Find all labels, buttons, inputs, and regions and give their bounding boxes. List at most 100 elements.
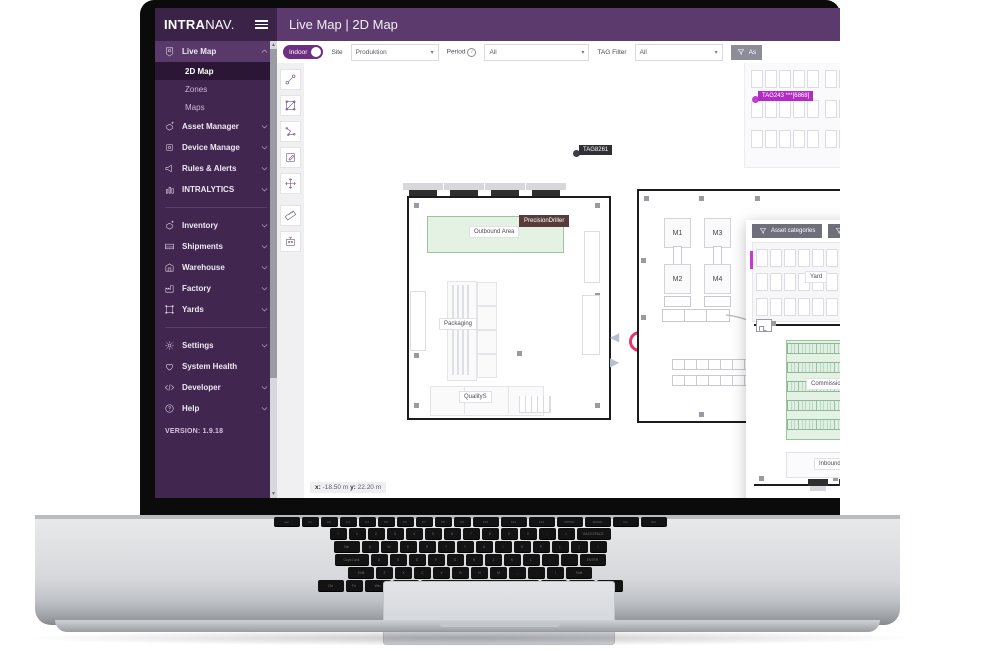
- tag-marker[interactable]: TAG243 ***[6868]: [751, 91, 814, 104]
- key-del[interactable]: Del: [640, 517, 667, 526]
- sidebar-item-developer[interactable]: Developer: [155, 377, 277, 398]
- indoor-outdoor-toggle[interactable]: Indoor: [283, 45, 324, 59]
- key-k[interactable]: K: [503, 554, 521, 565]
- key-s[interactable]: S: [389, 554, 407, 565]
- tag-marker[interactable]: TAG8261: [572, 145, 613, 158]
- key-h[interactable]: H: [465, 554, 483, 565]
- key-tab[interactable]: Tab: [333, 541, 360, 552]
- key-d[interactable]: D: [408, 554, 426, 565]
- key-9[interactable]: 9: [500, 528, 518, 539]
- key-ins[interactable]: Ins: [612, 517, 639, 526]
- key-t[interactable]: T: [437, 541, 455, 552]
- key-shift[interactable]: Shift: [566, 567, 592, 578]
- sidebar-item-rules-alerts[interactable]: Rules & Alerts: [155, 158, 277, 179]
- key-3[interactable]: 3: [386, 528, 404, 539]
- key-6[interactable]: 6: [443, 528, 461, 539]
- key-7[interactable]: 7: [462, 528, 480, 539]
- ruler-tool[interactable]: [280, 205, 301, 226]
- machine-m2[interactable]: M2: [664, 264, 691, 294]
- key-e[interactable]: E: [399, 541, 417, 552]
- period-select[interactable]: All ▾: [484, 43, 590, 61]
- key-o[interactable]: O: [513, 541, 531, 552]
- key-0[interactable]: 0: [519, 528, 537, 539]
- zone-categories-button[interactable]: Zone categories: [828, 224, 840, 238]
- key-z[interactable]: Z: [376, 567, 393, 578]
- sidebar-item-maps[interactable]: Maps: [155, 98, 277, 116]
- key-esc[interactable]: esc: [273, 517, 300, 526]
- key-scrlk[interactable]: SCRLK: [584, 517, 611, 526]
- sidebar-item-factory[interactable]: Factory: [155, 278, 277, 299]
- key--[interactable]: ]: [570, 541, 588, 552]
- site-select[interactable]: Produktion ▾: [350, 43, 439, 61]
- key--[interactable]: ~: [329, 528, 347, 539]
- key-f1[interactable]: F1: [301, 517, 319, 526]
- key--[interactable]: \: [589, 541, 607, 552]
- sidebar-item-device-manager[interactable]: Device Manage: [155, 137, 277, 158]
- measure-line-tool[interactable]: [280, 69, 301, 90]
- key-5[interactable]: 5: [424, 528, 442, 539]
- machine-m1[interactable]: M1: [664, 218, 691, 248]
- polyline-tool[interactable]: [280, 121, 301, 142]
- key-1[interactable]: 1: [348, 528, 366, 539]
- edit-draw-tool[interactable]: [280, 147, 301, 168]
- key-backspace[interactable]: BACKSPACE: [576, 528, 611, 539]
- key-4[interactable]: 4: [405, 528, 423, 539]
- key--[interactable]: -: [538, 528, 556, 539]
- sidebar-item-inventory[interactable]: Inventory: [155, 215, 277, 236]
- key-f4[interactable]: F4: [358, 517, 376, 526]
- sidebar-scrollbar-thumb[interactable]: [270, 48, 277, 378]
- key-fn[interactable]: Fn: [345, 580, 363, 591]
- key--[interactable]: ,: [509, 567, 526, 578]
- key-f2[interactable]: F2: [320, 517, 338, 526]
- key-q[interactable]: Q: [361, 541, 379, 552]
- sidebar-item-asset-manager[interactable]: Asset Manager: [155, 116, 277, 137]
- key-l[interactable]: L: [522, 554, 540, 565]
- asset-filter-button[interactable]: As: [730, 44, 763, 60]
- sidebar-item-warehouse[interactable]: Warehouse: [155, 257, 277, 278]
- key-i[interactable]: I: [494, 541, 512, 552]
- key-r[interactable]: R: [418, 541, 436, 552]
- key-p[interactable]: P: [532, 541, 550, 552]
- key-f10[interactable]: F10: [472, 517, 499, 526]
- key--[interactable]: .: [528, 567, 545, 578]
- move-pan-tool[interactable]: [280, 173, 301, 194]
- machine-m3[interactable]: M3: [704, 218, 731, 248]
- key-a[interactable]: A: [370, 554, 388, 565]
- asset-label-precision-driller[interactable]: PrecisionDriller: [519, 215, 570, 227]
- key-f12[interactable]: F12: [528, 517, 555, 526]
- key-j[interactable]: J: [484, 554, 502, 565]
- sidebar-item-shipments[interactable]: Shipments: [155, 236, 277, 257]
- key-shift[interactable]: Shift: [348, 567, 374, 578]
- key--[interactable]: =: [557, 528, 575, 539]
- info-icon[interactable]: i: [467, 47, 477, 57]
- key-y[interactable]: Y: [456, 541, 474, 552]
- sidebar-item-help[interactable]: Help: [155, 398, 277, 419]
- robot-tool[interactable]: [280, 231, 301, 252]
- key-f7[interactable]: F7: [415, 517, 433, 526]
- key--[interactable]: [: [551, 541, 569, 552]
- sidebar-item-2d-map[interactable]: 2D Map: [155, 62, 277, 80]
- sidebar-item-zones[interactable]: Zones: [155, 80, 277, 98]
- tag-filter-select[interactable]: All ▾: [634, 43, 723, 61]
- key-f11[interactable]: F11: [500, 517, 527, 526]
- key-n[interactable]: N: [471, 567, 488, 578]
- sidebar-item-system-health[interactable]: System Health: [155, 356, 277, 377]
- key--[interactable]: /: [547, 567, 564, 578]
- sidebar-item-intralytics[interactable]: INTRALYTICS: [155, 179, 277, 200]
- key-f9[interactable]: F9: [453, 517, 471, 526]
- key-f5[interactable]: F5: [377, 517, 395, 526]
- key-8[interactable]: 8: [481, 528, 499, 539]
- key-u[interactable]: U: [475, 541, 493, 552]
- scroll-up-arrow-icon[interactable]: ▲: [270, 41, 277, 49]
- key-x[interactable]: X: [395, 567, 412, 578]
- key-prtsc[interactable]: PRTSC: [556, 517, 583, 526]
- sidebar-item-settings[interactable]: Settings: [155, 335, 277, 356]
- key-enter[interactable]: ENTER: [579, 554, 606, 565]
- key-f8[interactable]: F8: [434, 517, 452, 526]
- machine-m4[interactable]: M4: [704, 264, 731, 294]
- key--[interactable]: ': [560, 554, 578, 565]
- sidebar-item-yards[interactable]: Yards: [155, 299, 277, 320]
- key-2[interactable]: 2: [367, 528, 385, 539]
- key-f[interactable]: F: [427, 554, 445, 565]
- key-caps-lock[interactable]: Caps Lock: [334, 554, 369, 565]
